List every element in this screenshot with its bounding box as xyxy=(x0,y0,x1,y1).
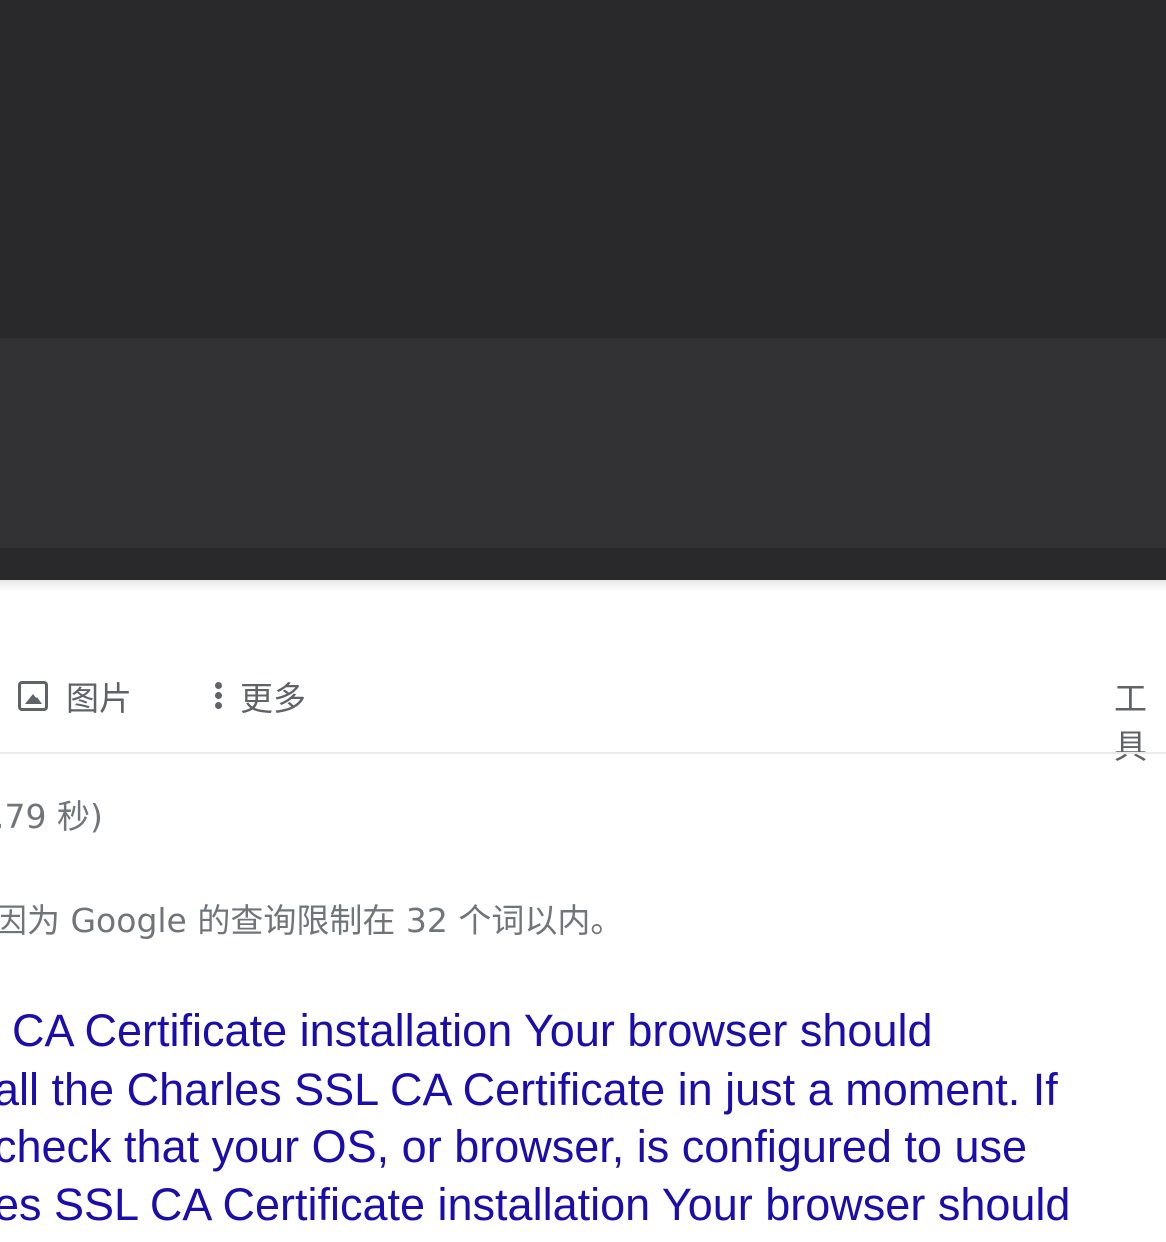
image-icon xyxy=(18,681,48,711)
tab-images[interactable]: 图片 xyxy=(18,672,132,720)
vertical-dots-icon xyxy=(214,680,222,712)
tabs-divider xyxy=(0,752,1166,754)
browser-chrome xyxy=(0,0,1166,580)
browser-toolbar-bottom xyxy=(0,548,1166,580)
tab-images-label: 图片 xyxy=(66,679,132,718)
page-top-shadow xyxy=(0,580,1166,592)
result-title-line-4[interactable]: es SSL CA Certificate installation Your … xyxy=(0,1176,1070,1234)
browser-toolbar xyxy=(0,338,1166,548)
tab-more[interactable]: 更多 xyxy=(214,672,306,720)
result-stats: .79 秒) xyxy=(0,797,103,836)
search-tabs-bar: 图片 更多 工具 xyxy=(0,648,1166,766)
tab-more-label: 更多 xyxy=(240,679,306,718)
browser-title-area xyxy=(0,0,1166,338)
result-title-line-1[interactable]: CA Certificate installation Your browser… xyxy=(12,1002,933,1060)
query-limit-notice: 因为 Google 的查询限制在 32 个词以内。 xyxy=(0,901,624,940)
result-title-line-2[interactable]: all the Charles SSL CA Certificate in ju… xyxy=(0,1061,1058,1119)
result-title-line-3[interactable]: check that your OS, or browser, is confi… xyxy=(0,1118,1027,1176)
